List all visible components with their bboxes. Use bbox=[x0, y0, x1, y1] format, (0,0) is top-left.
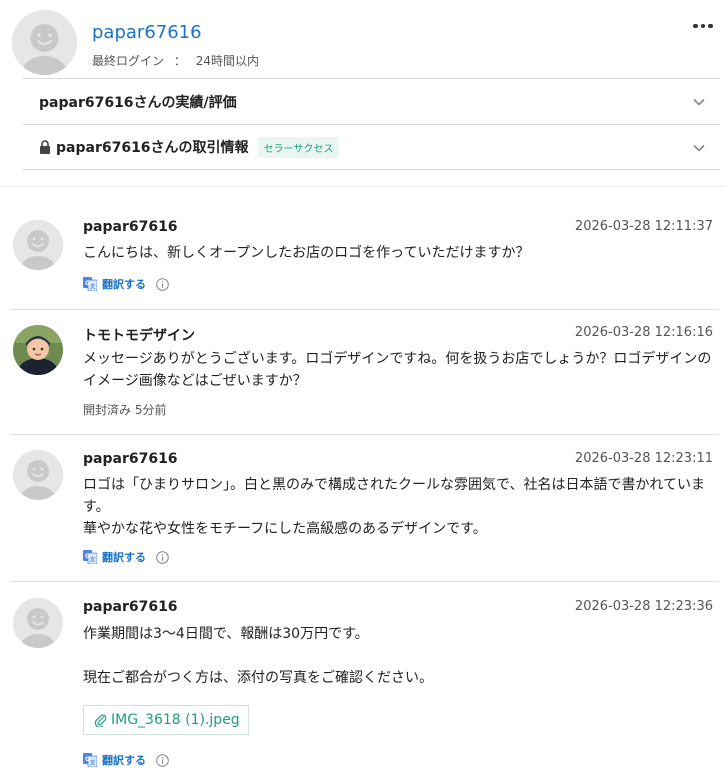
message-text: こんにちは、新しくオープンしたお店のロゴを作っていただけますか？ bbox=[83, 245, 530, 261]
sender-name[interactable]: papar67616 bbox=[83, 451, 178, 467]
info-icon[interactable] bbox=[156, 753, 169, 767]
last-login-label: 最終ログイン bbox=[92, 54, 165, 68]
section-divider bbox=[0, 186, 726, 187]
google-translate-icon: G 文 bbox=[83, 550, 97, 564]
paperclip-icon bbox=[94, 714, 107, 727]
avatar[interactable] bbox=[13, 220, 63, 270]
message-item: トモトモデザイン 2026-03-28 12:16:16 メッセージありがとうご… bbox=[10, 310, 719, 435]
translate-label: 翻訳する bbox=[102, 551, 146, 564]
svg-text:文: 文 bbox=[90, 759, 96, 767]
message-text: 作業期間は3〜4日間で、報酬は30万円です。 現在ご都合がつく方は、添付の写真を… bbox=[83, 626, 433, 686]
avatar[interactable] bbox=[13, 450, 63, 500]
sender-name[interactable]: トモトモデザイン bbox=[83, 325, 195, 345]
message-text: メッセージありがとうございます。ロゴデザインですね。何を扱うお店でしょうか？ロゴ… bbox=[83, 351, 712, 389]
avatar[interactable] bbox=[13, 598, 63, 648]
translate-button[interactable]: G 文 翻訳する bbox=[83, 549, 169, 565]
last-login-separator: ： bbox=[173, 54, 186, 68]
message-item: papar67616 2026-03-28 12:11:37 こんにちは、新しく… bbox=[10, 200, 719, 310]
svg-text:文: 文 bbox=[90, 556, 96, 564]
sender-name[interactable]: papar67616 bbox=[83, 219, 178, 235]
translate-button[interactable]: G 文 翻訳する bbox=[83, 752, 169, 768]
accordion-achievements-label: papar67616さんの実績/評価 bbox=[39, 94, 237, 111]
info-icon[interactable] bbox=[156, 277, 169, 291]
google-translate-icon: G 文 bbox=[83, 753, 97, 767]
message-timestamp: 2026-03-28 12:11:37 bbox=[574, 219, 713, 234]
sender-name[interactable]: papar67616 bbox=[83, 599, 178, 615]
read-status: 開封済み 5分前 bbox=[83, 403, 167, 417]
avatar[interactable] bbox=[13, 325, 63, 375]
avatar[interactable] bbox=[12, 10, 77, 75]
translate-button[interactable]: G 文 翻訳する bbox=[83, 276, 169, 292]
message-item: papar67616 2026-03-28 12:23:11 ロゴは「ひまりサロ… bbox=[10, 435, 719, 582]
message-timestamp: 2026-03-28 12:16:16 bbox=[574, 325, 713, 340]
profile-username[interactable]: papar67616 bbox=[92, 22, 202, 43]
chevron-down-icon bbox=[693, 144, 705, 152]
message-timestamp: 2026-03-28 12:23:11 bbox=[574, 451, 713, 466]
accordion-achievements[interactable]: papar67616さんの実績/評価 bbox=[23, 78, 720, 124]
accordion-transaction-label: papar67616さんの取引情報 bbox=[56, 140, 249, 156]
translate-label: 翻訳する bbox=[102, 278, 146, 291]
attachment-file[interactable]: IMG_3618 (1).jpeg bbox=[83, 705, 249, 735]
attachment-filename: IMG_3618 (1).jpeg bbox=[111, 712, 240, 728]
chevron-down-icon bbox=[693, 98, 705, 106]
seller-success-badge: セラーサクセス bbox=[257, 136, 340, 158]
last-login: 最終ログイン ： 24時間以内 bbox=[92, 52, 259, 69]
profile-header: papar67616 最終ログイン ： 24時間以内 papar67616さんの… bbox=[0, 0, 726, 186]
accordion-transaction-info[interactable]: papar67616さんの取引情報 セラーサクセス bbox=[23, 124, 720, 170]
more-horizontal-icon[interactable] bbox=[690, 14, 716, 38]
message-item: papar67616 2026-03-28 12:23:36 作業期間は3〜4日… bbox=[10, 582, 719, 782]
svg-text:文: 文 bbox=[90, 283, 96, 291]
translate-label: 翻訳する bbox=[102, 754, 146, 767]
google-translate-icon: G 文 bbox=[83, 277, 97, 291]
message-text: ロゴは「ひまりサロン」。白と黒のみで構成されたクールな雰囲気で、社名は日本語で書… bbox=[83, 477, 706, 537]
message-timestamp: 2026-03-28 12:23:36 bbox=[574, 599, 713, 614]
last-login-value: 24時間以内 bbox=[195, 54, 259, 68]
info-icon[interactable] bbox=[156, 550, 169, 564]
lock-icon bbox=[40, 140, 50, 154]
